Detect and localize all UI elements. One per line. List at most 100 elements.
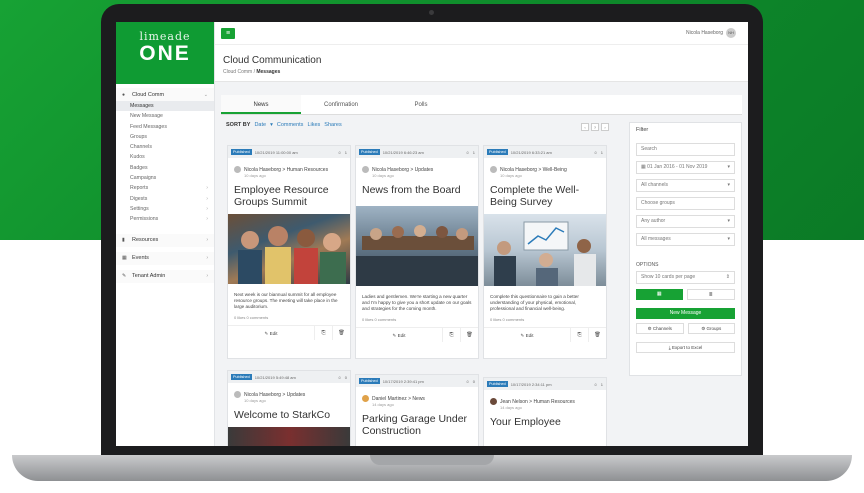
breadcrumb-root[interactable]: Cloud Comm <box>223 69 252 75</box>
message-card[interactable]: Published 10/21/2019 6:46:23 am ☺ 1 Nicol… <box>355 145 479 359</box>
chevron-right-icon: › <box>206 255 208 262</box>
laptop-notch <box>370 455 494 465</box>
card-image <box>484 214 606 286</box>
status-badge: Published <box>359 378 380 384</box>
groups-select[interactable]: Choose groups <box>636 197 735 210</box>
help-button[interactable]: ? <box>591 123 599 131</box>
card-image <box>228 427 350 446</box>
sidebar-item-groups[interactable]: Groups <box>116 132 214 142</box>
hamburger-menu-button[interactable]: ≡ <box>221 28 235 39</box>
people-icon: ☺ <box>593 381 598 387</box>
avatar <box>490 166 497 173</box>
card-date: 10/21/2019 6:46:23 am <box>382 149 424 155</box>
card-stats: 0 likes 0 comments <box>362 317 397 322</box>
card-author[interactable]: Nicola Haseborg > Updates <box>356 158 478 173</box>
card-title[interactable]: Your Employee <box>484 410 606 428</box>
trash-icon[interactable]: 🗑 <box>332 326 350 340</box>
nav-head-resources[interactable]: ▮ Resources › <box>116 233 214 247</box>
sidebar-item-kudos[interactable]: Kudos <box>116 152 214 162</box>
message-card[interactable]: Published 10/21/2019 5:49:48 am ☺ 0 Nicol… <box>227 370 351 446</box>
list-view-button[interactable]: ≣ <box>686 289 735 300</box>
message-card[interactable]: Published 10/17/2019 2:39:41 pm ☺ 0 Danie… <box>355 374 479 446</box>
date-range-picker[interactable]: ▦ 01 Jan 2016 - 01 Nov 2019 ▾ <box>636 161 735 174</box>
sidebar-item-digests[interactable]: Digests › <box>116 194 214 204</box>
copy-icon[interactable]: ⎘ <box>570 328 588 342</box>
tab-polls[interactable]: Polls <box>381 95 461 114</box>
card-title[interactable]: Complete the Well-Being Survey <box>484 178 606 208</box>
sidebar-item-new-message[interactable]: New Message <box>116 111 214 121</box>
sidebar-item-feed-messages[interactable]: Feed Messages <box>116 122 214 132</box>
card-author[interactable]: Jean Nelson > Human Resources <box>484 390 606 405</box>
card-title[interactable]: News from the Board <box>356 178 478 196</box>
next-page-button[interactable]: › <box>601 123 609 131</box>
copy-icon[interactable]: ⎘ <box>442 328 460 342</box>
topbar: ≡ Nicola Haseborg NH <box>215 22 748 44</box>
card-author[interactable]: Nicola Haseborg > Updates <box>228 383 350 398</box>
sort-likes[interactable]: Likes <box>307 122 320 128</box>
card-image-art <box>238 226 346 284</box>
sidebar-item-reports[interactable]: Reports › <box>116 183 214 193</box>
sidebar-item-permissions[interactable]: Permissions › <box>116 214 214 224</box>
nav-head-tenant-admin[interactable]: ✎ Tenant Admin › <box>116 269 214 283</box>
groups-button[interactable]: ⚙ Groups <box>687 323 735 334</box>
card-count: 0 <box>472 378 475 384</box>
copy-icon[interactable]: ⎘ <box>314 326 332 340</box>
people-icon: ☺ <box>337 374 342 380</box>
sidebar-item-settings[interactable]: Settings › <box>116 204 214 214</box>
edit-button[interactable]: ✎ Edit <box>228 326 314 340</box>
export-button[interactable]: ⤓ Export to Excel <box>636 342 735 353</box>
app-screen: limeade ONE ● Cloud Comm ⌄ Messages New … <box>116 22 748 446</box>
message-card[interactable]: Published 10/21/2019 11:00:00 am ☺ 1 Nico… <box>227 145 351 359</box>
sort-comments[interactable]: Comments <box>277 122 304 128</box>
new-message-button[interactable]: New Message <box>636 308 735 319</box>
prev-page-button[interactable]: ‹ <box>581 123 589 131</box>
chevron-right-icon: › <box>206 216 208 223</box>
avatar <box>234 391 241 398</box>
tab-confirmation[interactable]: Confirmation <box>301 95 381 114</box>
people-icon: ☺ <box>465 378 470 384</box>
calendar-icon: ▦ <box>122 255 127 262</box>
search-input[interactable]: Search <box>636 143 735 156</box>
card-author[interactable]: Daniel Martinez > News <box>356 387 478 402</box>
message-card[interactable]: Published 10/17/2019 2:34:11 pm ☺ 1 Jean … <box>483 377 607 446</box>
edit-button[interactable]: ✎ Edit <box>356 328 442 342</box>
sort-date[interactable]: Date <box>254 122 266 128</box>
card-title[interactable]: Welcome to StarkCo <box>228 403 350 421</box>
card-body: Next week is our biannual summit for all… <box>234 292 338 309</box>
channels-select[interactable]: All channels ▾ <box>636 179 735 192</box>
user-name: Nicola Haseborg <box>686 30 723 36</box>
per-page-select[interactable]: Show 10 cards per page ⇕ <box>636 271 735 284</box>
breadcrumb: Cloud Comm / Messages <box>223 69 281 75</box>
card-title[interactable]: Employee Resource Groups Summit <box>228 178 350 208</box>
message-card[interactable]: Published 10/21/2019 6:33:21 am ☺ 1 Nicol… <box>483 145 607 359</box>
trash-icon[interactable]: 🗑 <box>460 328 478 342</box>
sort-shares[interactable]: Shares <box>324 122 341 128</box>
nav-head-events[interactable]: ▦ Events › <box>116 251 214 265</box>
sidebar-item-channels[interactable]: Channels <box>116 142 214 152</box>
user-menu[interactable]: Nicola Haseborg NH <box>686 28 736 38</box>
nav-head-cloud-comm[interactable]: ● Cloud Comm ⌄ <box>116 88 214 101</box>
card-count: 1 <box>344 149 347 155</box>
sidebar: limeade ONE ● Cloud Comm ⌄ Messages New … <box>116 22 215 446</box>
people-icon: ☺ <box>593 149 598 155</box>
sidebar-item-badges[interactable]: Badges <box>116 163 214 173</box>
channels-button[interactable]: ⚙ Channels <box>636 323 684 334</box>
app-logo[interactable]: limeade ONE <box>116 22 214 84</box>
card-status-bar: Published 10/21/2019 5:49:48 am ☺ 0 <box>228 371 350 383</box>
card-title[interactable]: Parking Garage Under Construction <box>356 407 478 437</box>
card-body: Ladies and gentlemen. We're starting a n… <box>362 294 472 311</box>
edit-button[interactable]: ✎ Edit <box>484 328 570 342</box>
messages-select[interactable]: All messages ▾ <box>636 233 735 246</box>
tab-news[interactable]: News <box>221 95 301 114</box>
sidebar-item-campaigns[interactable]: Campaigns <box>116 173 214 183</box>
sidebar-item-messages[interactable]: Messages <box>116 101 214 112</box>
trash-icon[interactable]: 🗑 <box>588 328 606 342</box>
author-select[interactable]: Any author ▾ <box>636 215 735 228</box>
chevron-down-icon: ▾ <box>727 218 730 224</box>
card-author[interactable]: Nicola Haseborg > Human Resources <box>228 158 350 173</box>
card-author[interactable]: Nicola Haseborg > Well-Being <box>484 158 606 173</box>
card-date: 10/17/2019 2:39:41 pm <box>382 378 424 384</box>
grid-view-button[interactable]: ▦ <box>636 289 683 300</box>
stepper-icon: ⇕ <box>725 274 730 280</box>
pager: ‹ ? › <box>581 123 609 131</box>
